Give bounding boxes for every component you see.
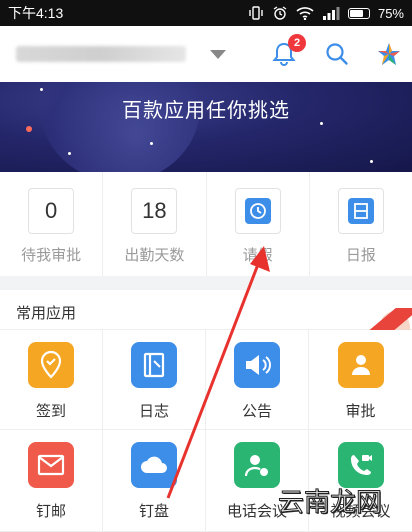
stat-leave[interactable]: 请假	[207, 172, 310, 276]
status-icons: 75%	[248, 6, 404, 21]
app-label: 钉邮	[35, 503, 66, 520]
megaphone-icon	[234, 342, 280, 388]
signal-icon	[322, 7, 340, 20]
stat-attendance-days[interactable]: 18 出勤天数	[103, 172, 207, 276]
vibrate-icon	[249, 6, 263, 20]
stat-value: 0	[28, 188, 75, 234]
app-approval[interactable]: 审批	[309, 330, 412, 430]
stat-label: 出勤天数	[124, 247, 185, 264]
notebook-icon	[131, 342, 177, 388]
star-decoration	[370, 160, 373, 163]
stat-daily-report[interactable]: 日报	[310, 172, 412, 276]
app-label: 审批	[345, 403, 376, 420]
mail-icon	[28, 442, 74, 488]
app-label: 日志	[138, 403, 169, 420]
app-mail[interactable]: 钉邮	[0, 430, 103, 532]
alarm-icon	[273, 6, 287, 20]
promo-banner[interactable]: 百款应用任你挑选	[0, 82, 412, 172]
star-decoration	[68, 152, 71, 155]
stat-pending-approval[interactable]: 0 待我审批	[0, 172, 104, 276]
battery-percent: 75%	[377, 5, 404, 21]
star-decoration	[150, 142, 153, 145]
status-time: 下午4:13	[8, 5, 64, 21]
app-drive[interactable]: 钉盘	[103, 430, 206, 532]
watermark-text: 云南龙网	[277, 488, 383, 519]
cloud-icon	[131, 442, 177, 488]
app-label: 签到	[35, 403, 66, 420]
section-title: 常用应用	[0, 290, 412, 330]
chevron-down-icon[interactable]	[210, 49, 226, 59]
app-announcement[interactable]: 公告	[206, 330, 309, 430]
wifi-icon	[296, 7, 314, 20]
star-decoration	[40, 88, 43, 91]
status-bar: 下午4:13 75%	[0, 0, 412, 26]
app-label: 钉盘	[138, 503, 169, 520]
app-checkin[interactable]: 签到	[0, 330, 103, 430]
notification-badge: 2	[288, 34, 306, 52]
app-logo-icon[interactable]	[376, 41, 402, 67]
stat-label: 待我审批	[21, 247, 82, 264]
battery-icon	[347, 7, 370, 19]
daily-report-icon	[337, 188, 384, 234]
stat-label: 请假	[242, 247, 273, 264]
app-label: 公告	[241, 403, 272, 420]
notifications-button[interactable]: 2	[270, 34, 306, 68]
phone-person-icon	[234, 442, 280, 488]
stats-row: 0 待我审批 18 出勤天数 请假 日报	[0, 172, 412, 276]
stat-value: 18	[131, 188, 178, 234]
stat-label: 日报	[345, 247, 376, 264]
leave-clock-icon	[234, 188, 281, 234]
approval-person-icon	[337, 342, 384, 388]
banner-title: 百款应用任你挑选	[122, 100, 290, 122]
app-log[interactable]: 日志	[103, 330, 206, 430]
organization-name-blurred[interactable]	[16, 46, 186, 62]
location-pin-icon	[28, 342, 74, 388]
search-icon[interactable]	[324, 41, 350, 67]
header-actions: 2	[270, 34, 402, 68]
star-decoration	[26, 126, 32, 132]
app-header: 2	[0, 26, 412, 82]
